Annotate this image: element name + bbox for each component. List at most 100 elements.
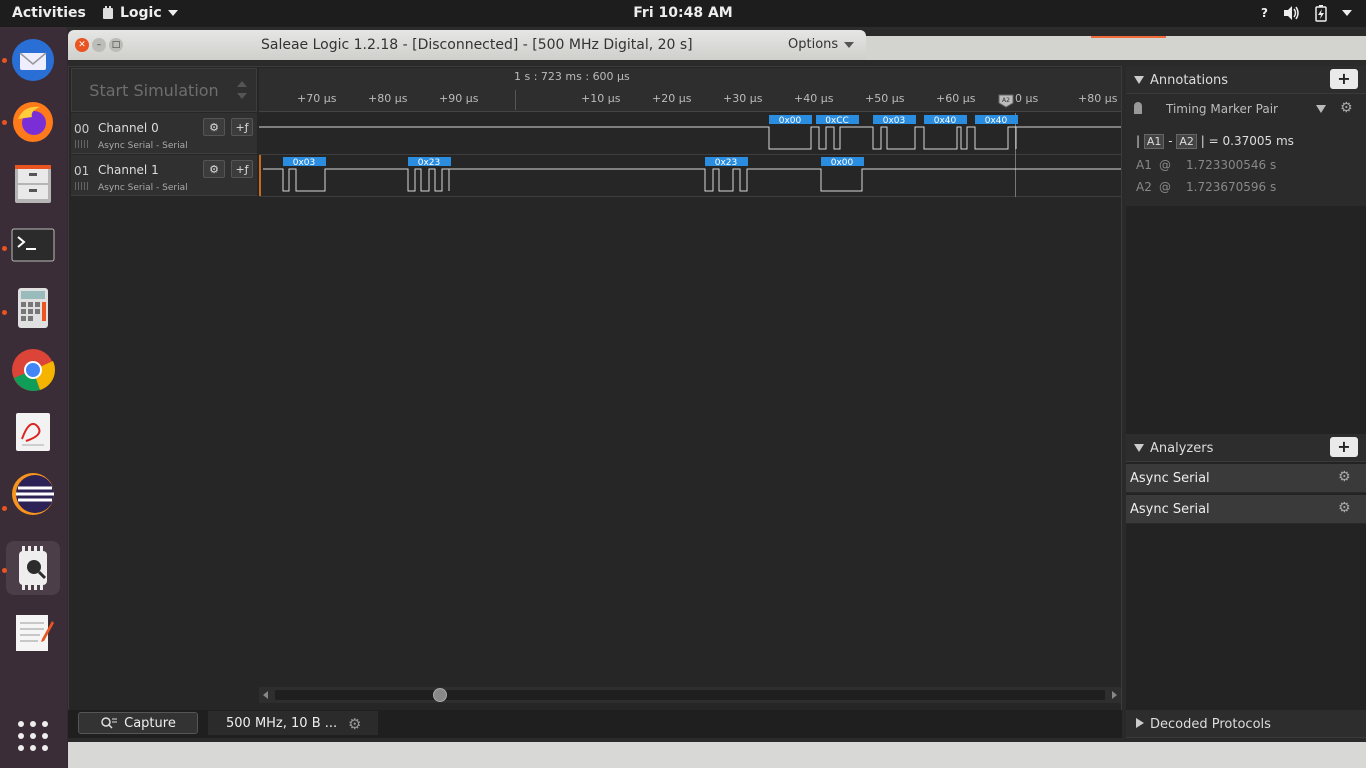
dock-text-editor[interactable]	[6, 605, 60, 659]
minus-sign: -	[1168, 134, 1173, 148]
decoded-byte-label: 0x00	[779, 116, 802, 126]
logic-analyzer-icon	[19, 546, 47, 590]
time-ruler[interactable]: 1 s : 723 ms : 600 µs +70 µs +80 µs +90 …	[259, 68, 1121, 112]
channel-1-header[interactable]: 01 Channel 1 Async Serial - Serial ⚙ +ƒ	[71, 155, 257, 196]
capture-button[interactable]: Capture	[78, 712, 198, 734]
marker-a1-time-row: A1 @ 1.723300546 s	[1136, 158, 1276, 172]
channel-name[interactable]: Channel 1	[98, 163, 159, 177]
drag-handle-icon[interactable]	[75, 182, 89, 190]
analyzer-label: Async Serial	[1130, 471, 1210, 486]
dock-chrome[interactable]	[6, 343, 60, 397]
arrow-up-icon[interactable]	[237, 81, 247, 87]
text-editor-icon	[16, 615, 54, 651]
scroll-left-icon[interactable]	[263, 691, 268, 699]
channel-settings-button[interactable]: ⚙	[203, 160, 225, 178]
marker-a1-badge[interactable]: A1	[1143, 134, 1165, 149]
options-menu[interactable]: Options	[788, 37, 855, 52]
waveform-canvas[interactable]: 0x00 0xCC 0x03 0x40 0x40 0x03 0x23 0x23 …	[259, 113, 1121, 197]
volume-icon[interactable]	[1282, 5, 1300, 21]
analyzers-header[interactable]: Analyzers +	[1126, 434, 1366, 462]
gear-icon[interactable]: ⚙	[1338, 469, 1351, 485]
top-bar: Activities Logic Fri 10:48 AM ?	[0, 0, 1366, 27]
decoded-byte-label: 0xCC	[825, 116, 849, 126]
help-icon[interactable]: ?	[1261, 6, 1268, 20]
marker-a2-flag[interactable]: A2	[998, 94, 1014, 108]
drag-handle-icon[interactable]	[75, 140, 89, 148]
scrollbar-thumb[interactable]	[433, 688, 447, 702]
channel-trigger-button[interactable]: +ƒ	[231, 118, 253, 136]
battery-icon[interactable]	[1314, 4, 1328, 22]
capture-label: Capture	[124, 715, 176, 731]
marker-a2-time-row: A2 @ 1.723670596 s	[1136, 180, 1276, 194]
dock-firefox[interactable]	[6, 95, 60, 149]
marker-a1-label: A1	[1136, 158, 1152, 172]
marker-delta-value: 0.37005 ms	[1222, 134, 1294, 148]
ruler-tick	[515, 90, 516, 110]
maximize-button[interactable]: □	[109, 38, 123, 52]
ruler-tick-label: +20 µs	[652, 92, 692, 105]
system-menu-chevron-icon[interactable]	[1342, 10, 1352, 16]
analyzer-item[interactable]: Async Serial ⚙	[1126, 495, 1366, 524]
marker-a2-time: 1.723670596 s	[1186, 180, 1277, 194]
file-cabinet-icon	[15, 165, 51, 203]
dock-saleae-logic[interactable]	[6, 541, 60, 595]
simulation-arrows[interactable]	[229, 69, 255, 111]
decoded-byte-label: 0x03	[293, 158, 316, 168]
dock-eclipse[interactable]	[6, 467, 60, 521]
arrow-down-icon[interactable]	[237, 93, 247, 99]
analyzer-item[interactable]: Async Serial ⚙	[1126, 464, 1366, 493]
dock-document-viewer[interactable]	[6, 405, 60, 459]
channel-1-waveform	[263, 168, 1121, 192]
annotations-header[interactable]: Annotations +	[1126, 66, 1366, 94]
dock-files[interactable]	[6, 157, 60, 211]
gear-icon[interactable]: ⚙	[1338, 500, 1351, 516]
gear-icon[interactable]: ⚙	[348, 715, 361, 733]
scrollbar-track[interactable]	[275, 690, 1105, 700]
channel-analyzer: Async Serial - Serial	[98, 183, 188, 193]
channel-settings-button[interactable]: ⚙	[203, 118, 225, 136]
channel-0-header[interactable]: 00 Channel 0 Async Serial - Serial ⚙ +ƒ	[71, 113, 257, 154]
scroll-right-icon[interactable]	[1112, 691, 1117, 699]
close-button[interactable]: ✕	[75, 38, 89, 52]
calculator-icon	[18, 288, 48, 328]
separator: |	[1200, 134, 1205, 148]
collapse-icon[interactable]	[1134, 444, 1144, 452]
channel-0-waveform	[259, 126, 1121, 150]
collapse-icon[interactable]	[1134, 76, 1144, 84]
minimize-button[interactable]: –	[92, 38, 106, 52]
decoded-protocols-header[interactable]: Decoded Protocols	[1126, 710, 1366, 738]
app-grid-icon	[18, 721, 48, 751]
chevron-down-icon[interactable]	[1316, 105, 1326, 113]
add-analyzer-button[interactable]: +	[1330, 437, 1358, 457]
terminal-icon	[11, 228, 55, 262]
waveform-area: Start Simulation 1 s : 723 ms : 600 µs +…	[68, 66, 1122, 738]
horizontal-scrollbar[interactable]	[259, 687, 1121, 703]
ruler-tick-label: +10 µs	[581, 92, 621, 105]
dock-terminal[interactable]	[6, 219, 60, 273]
marker-a2-badge[interactable]: A2	[1176, 134, 1197, 149]
expand-icon[interactable]	[1136, 718, 1144, 728]
window-titlebar[interactable]: ✕ – □ Saleae Logic 1.2.18 - [Disconnecte…	[68, 30, 866, 60]
decoded-byte-label: 0x03	[883, 116, 906, 126]
timing-marker-pair-row[interactable]: Timing Marker Pair ⚙	[1126, 96, 1366, 122]
channel-1-color-bar	[259, 155, 261, 196]
dock-thunderbird[interactable]	[6, 33, 60, 87]
channel-name[interactable]: Channel 0	[98, 121, 159, 135]
options-label: Options	[788, 37, 839, 52]
channel-trigger-button[interactable]: +ƒ	[231, 160, 253, 178]
chrome-icon	[12, 349, 55, 392]
analyzers-title: Analyzers	[1150, 441, 1214, 456]
saleae-logic-window: ✕ – □ Saleae Logic 1.2.18 - [Disconnecte…	[68, 30, 1366, 768]
system-tray[interactable]: ?	[1261, 4, 1352, 22]
ruler-tick-label: +40 µs	[794, 92, 834, 105]
dock-calculator[interactable]	[6, 281, 60, 335]
show-applications-button[interactable]	[6, 709, 60, 763]
gear-icon[interactable]: ⚙	[1340, 100, 1353, 116]
running-indicator	[2, 120, 7, 125]
clock[interactable]: Fri 10:48 AM	[0, 5, 1366, 21]
activities-button[interactable]: Activities	[12, 5, 86, 21]
app-menu[interactable]: Logic	[102, 5, 178, 21]
firefox-icon	[13, 102, 53, 142]
add-annotation-button[interactable]: +	[1330, 69, 1358, 89]
marker-a1-time: 1.723300546 s	[1186, 158, 1277, 172]
